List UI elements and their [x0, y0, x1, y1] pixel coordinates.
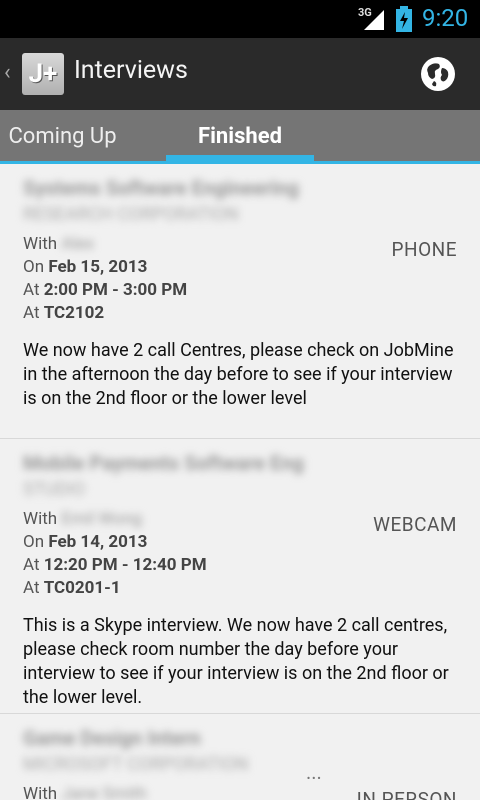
interviewer-name: Alex: [61, 234, 95, 254]
interview-time: 12:20 PM - 12:40 PM: [43, 555, 207, 575]
interview-type: IN PERSON: [356, 788, 457, 800]
interview-note: We now have 2 call Centres, please check…: [23, 340, 454, 409]
interview-date: Feb 14, 2013: [48, 532, 148, 552]
page-title: Interviews: [74, 56, 188, 85]
with-label: With: [23, 234, 58, 254]
on-label: On: [23, 257, 45, 277]
job-title: Systems Software Engineering: [23, 176, 299, 200]
interview-card[interactable]: Game Design Intern MICROSOFT CORPORATION…: [0, 714, 480, 800]
interview-room: TC0201-1: [43, 578, 121, 598]
battery-charging-icon: [396, 6, 412, 32]
interview-room: TC2102: [43, 303, 105, 323]
globe-icon[interactable]: [420, 56, 456, 92]
app-logo[interactable]: J+: [22, 53, 64, 95]
interview-card[interactable]: Systems Software Engineering RESEARCH CO…: [0, 164, 480, 439]
truncation-ellipsis: ...: [306, 760, 322, 784]
on-label: On: [23, 532, 45, 552]
interviewer-name: Emil Wong: [61, 509, 142, 529]
job-title: Mobile Payments Software Eng: [23, 451, 304, 475]
with-label: With: [23, 509, 58, 529]
at-time-label: At: [23, 555, 40, 575]
interview-list: Systems Software Engineering RESEARCH CO…: [0, 164, 480, 800]
interview-type: PHONE: [391, 238, 457, 261]
at-room-label: At: [23, 578, 40, 598]
tab-bar: Coming Up Finished: [0, 110, 480, 164]
interviewer-name: Jane Smith: [61, 784, 147, 800]
at-time-label: At: [23, 280, 40, 300]
at-room-label: At: [23, 303, 40, 323]
interview-date: Feb 15, 2013: [48, 257, 148, 277]
action-bar: ‹ J+ Interviews: [0, 38, 480, 111]
company-name: STUDIO: [23, 479, 86, 500]
tab-coming-up[interactable]: Coming Up: [0, 110, 125, 164]
interview-type: WEBCAM: [373, 513, 457, 536]
company-name: RESEARCH CORPORATION: [23, 204, 239, 225]
interview-time: 2:00 PM - 3:00 PM: [43, 280, 188, 300]
clock: 9:20: [422, 4, 469, 32]
interview-note: This is a Skype interview. We now have 2…: [23, 615, 449, 708]
signal-icon: [364, 10, 384, 30]
company-name: MICROSOFT CORPORATION: [23, 754, 249, 775]
with-label: With: [23, 784, 58, 800]
status-bar: 3G 9:20: [0, 0, 480, 38]
interview-card[interactable]: Mobile Payments Software Eng STUDIO With…: [0, 439, 480, 714]
up-caret-icon[interactable]: ‹: [4, 60, 11, 85]
job-title: Game Design Intern: [23, 726, 201, 750]
